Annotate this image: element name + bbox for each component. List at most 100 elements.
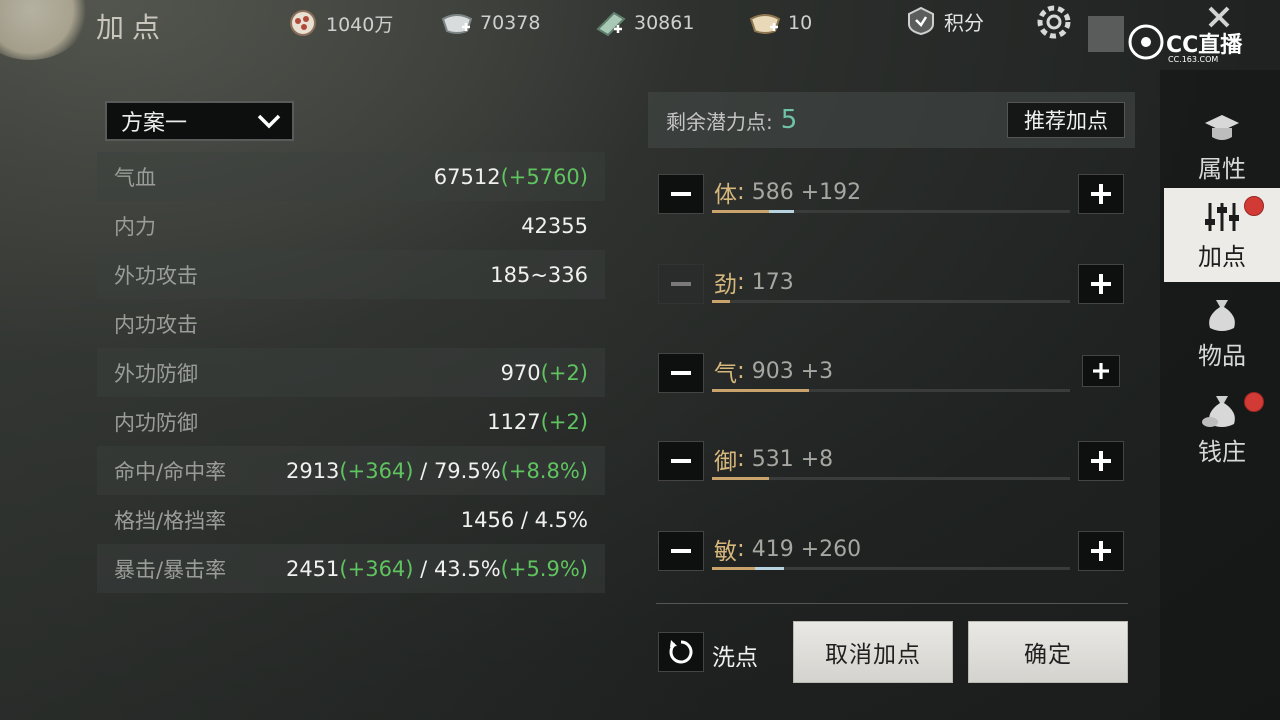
stat-value: 970(+2) (500, 360, 588, 385)
plus-icon (1091, 541, 1111, 561)
stat-value: 185~336 (490, 262, 588, 287)
stat-row: 内功防御 1127(+2) (97, 397, 605, 446)
attribute-label: 敏: 419 +260 (714, 536, 862, 565)
attribute-label: 气: 903 +3 (714, 358, 834, 387)
divider (656, 603, 1128, 604)
attribute-row-defense: 御: 531 +8 (656, 441, 1128, 493)
stat-name: 气血 (114, 165, 156, 190)
attribute-progress-bar (712, 477, 1070, 480)
attribute-label: 御: 531 +8 (714, 446, 834, 475)
decrease-button[interactable] (658, 264, 704, 304)
settings-button[interactable] (1034, 2, 1074, 42)
increase-button[interactable] (1078, 264, 1124, 304)
cancel-allocation-button[interactable]: 取消加点 (793, 621, 953, 683)
stat-row: 内功攻击 (97, 299, 605, 348)
attribute-label: 体: 586 +192 (714, 179, 862, 208)
page-title: 加点 (96, 11, 169, 44)
stat-value: 2913(+364) / 79.5%(+8.8%) (285, 458, 588, 483)
stat-value: 67512(+5760) (433, 164, 588, 189)
sidebar-item-items[interactable]: 物品 (1164, 286, 1280, 380)
recommend-allocation-button[interactable]: 推荐加点 (1007, 102, 1125, 138)
scheme-selected-label: 方案一 (121, 111, 188, 136)
stat-name: 外功防御 (114, 361, 198, 386)
sidebar-item-label: 加点 (1198, 242, 1246, 271)
stat-name: 外功攻击 (114, 263, 198, 288)
reset-points-label[interactable]: 洗点 (712, 638, 758, 672)
decrease-button[interactable] (658, 441, 704, 481)
minus-icon (671, 192, 691, 196)
attribute-progress-fill (712, 210, 769, 213)
decrease-button[interactable] (658, 174, 704, 214)
attribute-progress-bar (712, 210, 1070, 213)
money-bag-icon (1202, 395, 1235, 427)
gear-icon (1037, 5, 1071, 39)
stat-value: 1127(+2) (487, 409, 588, 434)
resource-silver[interactable]: 70378 (440, 8, 540, 38)
stat-name: 命中/命中率 (114, 459, 227, 484)
resource-value: 70378 (480, 12, 541, 34)
sidebar-item-attributes[interactable]: 属性 (1164, 100, 1280, 194)
resource-gold[interactable]: 10 (748, 8, 812, 38)
sidebar: 属性 加点 物品 钱庄 (1160, 70, 1280, 720)
scholar-hat-icon (1205, 114, 1239, 140)
sidebar-item-label: 属性 (1198, 154, 1246, 183)
potential-value: 5 (780, 105, 798, 135)
increase-button[interactable] (1082, 355, 1120, 387)
stat-row: 外功防御 970(+2) (97, 348, 605, 397)
notification-badge (1244, 196, 1264, 216)
decrease-button[interactable] (658, 353, 704, 393)
attribute-progress-fill (712, 477, 769, 480)
sidebar-item-allocate[interactable]: 加点 (1164, 188, 1280, 282)
gold-ingot-icon (748, 9, 782, 37)
resource-value: 1040万 (326, 13, 394, 36)
jade-token-icon (594, 9, 628, 37)
attribute-label: 劲: 173 (714, 269, 794, 298)
attribute-progress-bar (712, 567, 1070, 570)
stat-name: 内力 (114, 214, 156, 239)
potential-points-bar: 剩余潜力点: 5 推荐加点 (648, 92, 1135, 148)
plus-icon (1093, 363, 1109, 379)
stat-name: 内功防御 (114, 410, 198, 435)
scheme-dropdown[interactable]: 方案一 (105, 101, 294, 141)
watermark-subtext: CC.163.COM (1168, 55, 1218, 64)
increase-button[interactable] (1078, 441, 1124, 481)
stat-value: 1456 / 4.5% (460, 507, 588, 532)
stat-name: 格挡/格挡率 (114, 508, 227, 533)
chevron-down-icon (257, 114, 281, 129)
attribute-row-constitution: 体: 586 +192 (656, 174, 1128, 226)
confirm-button[interactable]: 确定 (968, 621, 1128, 683)
minus-icon (671, 549, 691, 553)
score-label: 积分 (944, 10, 984, 35)
shield-badge-icon (908, 6, 934, 36)
attribute-progress-fill (712, 389, 809, 392)
stat-row: 暴击/暴击率 2451(+364) / 43.5%(+5.9%) (97, 544, 605, 593)
plus-icon (1091, 184, 1111, 204)
sliders-icon (1205, 202, 1239, 231)
resource-value: 30861 (634, 12, 695, 34)
plus-icon (1091, 274, 1111, 294)
reset-points-button[interactable] (658, 632, 704, 672)
resource-coins[interactable]: 1040万 (286, 8, 393, 38)
increase-button[interactable] (1078, 531, 1124, 571)
decrease-button[interactable] (658, 531, 704, 571)
attribute-progress-bar (712, 389, 1070, 392)
top-bar: 加点 1040万 70378 30861 10 积分 CC直播 CC.163.C… (0, 0, 1280, 64)
attribute-row-agility: 敏: 419 +260 (656, 531, 1128, 583)
minus-icon (671, 371, 691, 375)
stat-row: 格挡/格挡率 1456 / 4.5% (97, 495, 605, 544)
sidebar-item-label: 物品 (1198, 341, 1246, 370)
resource-jade[interactable]: 30861 (594, 8, 694, 38)
stats-table: 气血 67512(+5760) 内力 42355 外功攻击 185~336 内功攻击 … (97, 152, 605, 593)
refresh-icon (669, 640, 693, 664)
increase-button[interactable] (1078, 174, 1124, 214)
attribute-bonus-fill (769, 210, 794, 213)
sidebar-item-bank[interactable]: 钱庄 (1164, 382, 1280, 476)
score-button[interactable]: 积分 (906, 6, 984, 36)
minus-icon (671, 459, 691, 463)
stat-name: 内功攻击 (114, 312, 198, 337)
stat-name: 暴击/暴击率 (114, 557, 227, 582)
coin-stack-icon (286, 9, 320, 37)
attribute-progress-fill (712, 300, 730, 303)
stat-row: 气血 67512(+5760) (97, 152, 605, 201)
stat-row: 内力 42355 (97, 201, 605, 250)
